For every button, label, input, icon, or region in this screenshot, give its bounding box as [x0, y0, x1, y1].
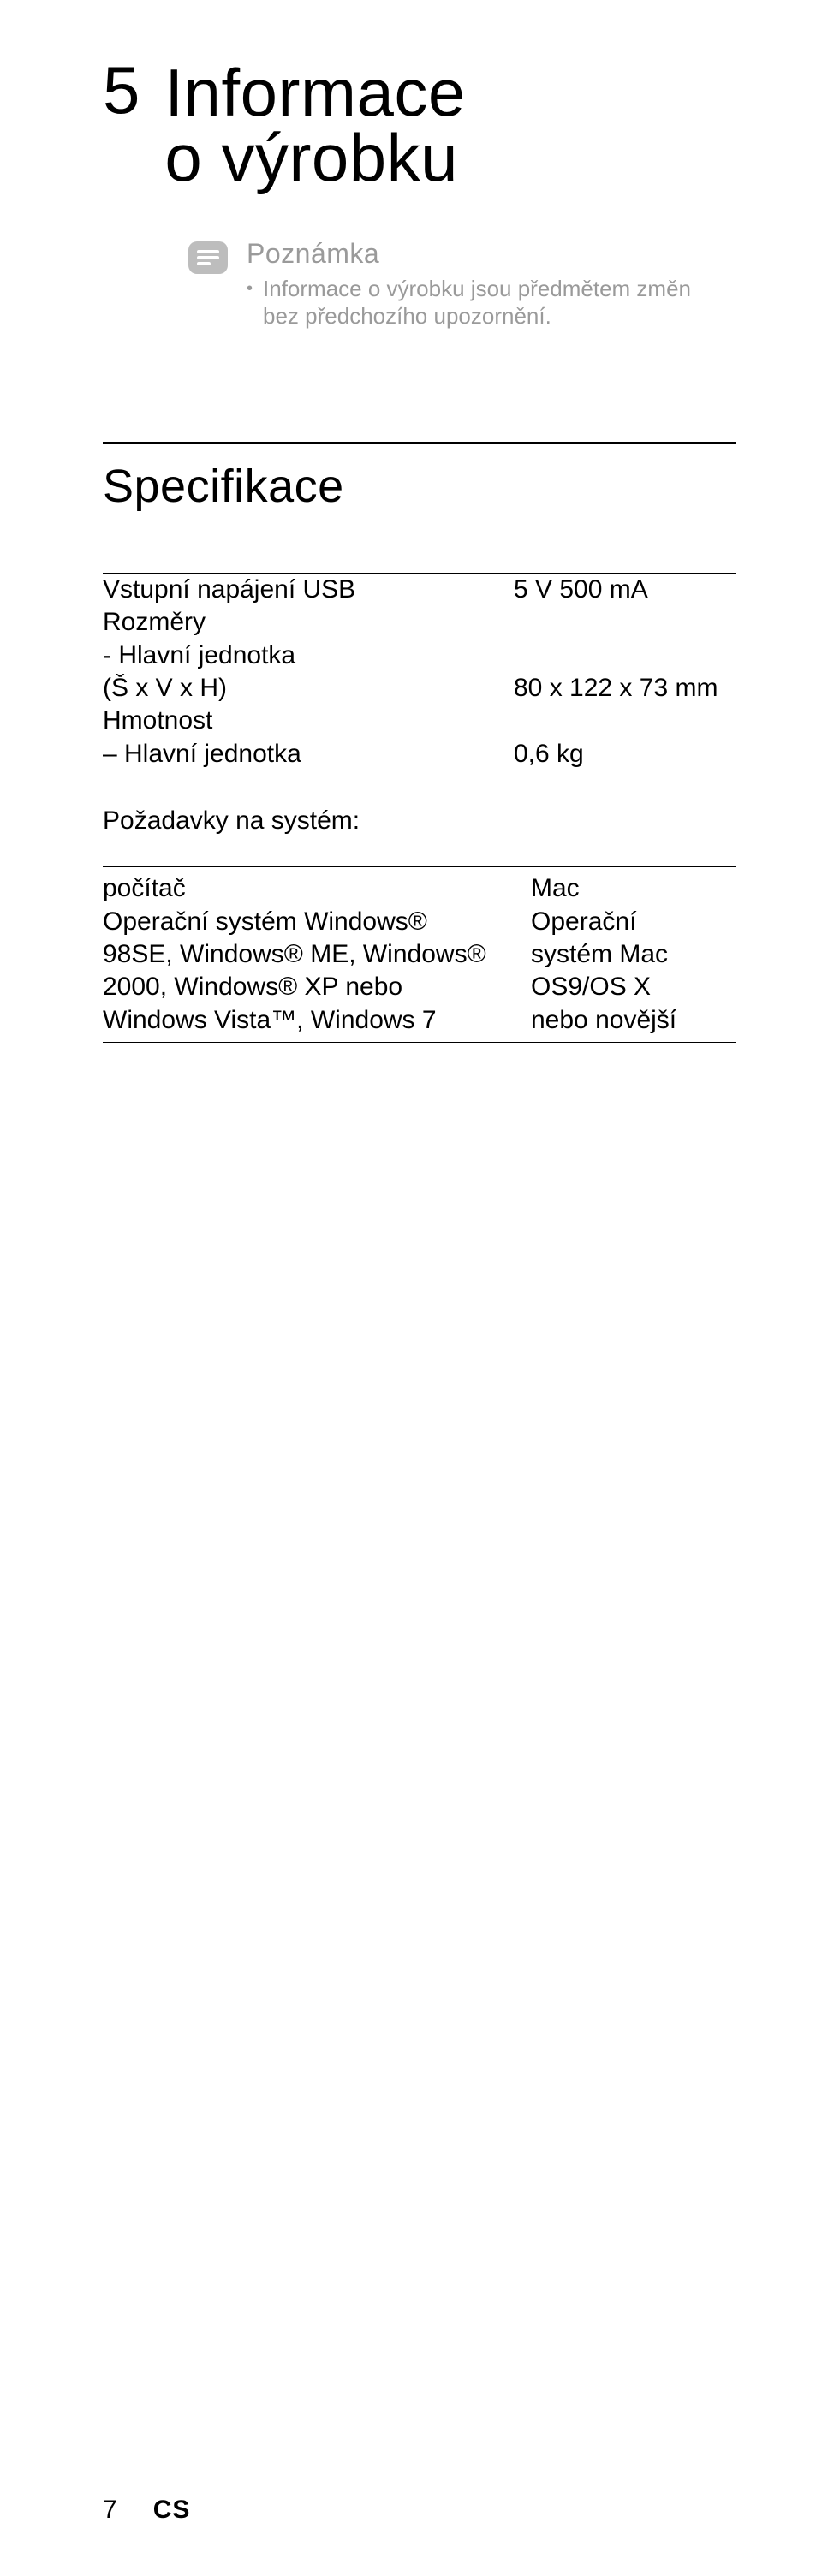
chapter-title-line1: Informace — [164, 55, 465, 130]
language-code: CS — [153, 2496, 191, 2525]
table-row: - Hlavní jednotka — [103, 640, 736, 672]
req-pc-line: 98SE, Windows® ME, Windows® — [103, 938, 505, 971]
spec-label: - Hlavní jednotka — [103, 640, 514, 672]
req-head-mac: Mac — [531, 872, 736, 905]
note-body: Poznámka • Informace o výrobku jsou před… — [247, 238, 726, 330]
section-heading-specifikace: Specifikace — [103, 460, 736, 513]
note-icon — [188, 241, 228, 274]
spec-label: – Hlavní jednotka — [103, 738, 514, 770]
req-mac-line: nebo novější — [531, 1004, 736, 1037]
table-row: – Hlavní jednotka 0,6 kg — [103, 738, 736, 770]
spec-label: Rozměry — [103, 606, 514, 639]
requirements-table: počítač Operační systém Windows® 98SE, W… — [103, 872, 736, 1037]
bullet-dot-icon: • — [247, 275, 253, 302]
table-row: Rozměry — [103, 606, 736, 639]
spec-label: Hmotnost — [103, 705, 514, 737]
chapter-title-line2: o výrobku — [164, 120, 458, 195]
page-number: 7 — [103, 2496, 117, 2525]
req-pc-line: Windows Vista™, Windows 7 — [103, 1004, 505, 1037]
thin-divider — [103, 866, 736, 867]
req-pc-line: 2000, Windows® XP nebo — [103, 971, 505, 1003]
spec-value: 80 x 122 x 73 mm — [514, 672, 736, 705]
requirements-label: Požadavky na systém: — [103, 806, 736, 836]
spec-value: 5 V 500 mA — [514, 574, 736, 606]
thin-divider — [103, 1042, 736, 1043]
req-pc-line: Operační systém Windows® — [103, 906, 505, 938]
table-row: (Š x V x H) 80 x 122 x 73 mm — [103, 672, 736, 705]
spec-label: Vstupní napájení USB — [103, 574, 514, 606]
chapter-number: 5 — [103, 60, 140, 120]
requirements-col-mac: Mac Operační systém Mac OS9/OS X nebo no… — [531, 872, 736, 1037]
document-page: 5 Informace o výrobku Poznámka • Informa… — [0, 0, 822, 2576]
note-bullet: • Informace o výrobku jsou předmětem změ… — [247, 275, 726, 330]
table-row: Hmotnost — [103, 705, 736, 737]
note-label: Poznámka — [247, 238, 726, 270]
note-text: Informace o výrobku jsou předmětem změn … — [263, 275, 726, 330]
spec-value: 0,6 kg — [514, 738, 736, 770]
chapter-header: 5 Informace o výrobku — [103, 60, 736, 191]
req-mac-line: Operační — [531, 906, 736, 938]
specs-table: Vstupní napájení USB 5 V 500 mA Rozměry … — [103, 574, 736, 770]
chapter-title: Informace o výrobku — [164, 60, 465, 191]
spec-label: (Š x V x H) — [103, 672, 514, 705]
requirements-col-pc: počítač Operační systém Windows® 98SE, W… — [103, 872, 505, 1037]
req-head-pc: počítač — [103, 872, 505, 905]
req-mac-line: OS9/OS X — [531, 971, 736, 1003]
table-row: Vstupní napájení USB 5 V 500 mA — [103, 574, 736, 606]
page-footer: 7 CS — [103, 2496, 190, 2525]
req-mac-line: systém Mac — [531, 938, 736, 971]
thick-divider — [103, 442, 736, 444]
note-block: Poznámka • Informace o výrobku jsou před… — [188, 238, 736, 330]
